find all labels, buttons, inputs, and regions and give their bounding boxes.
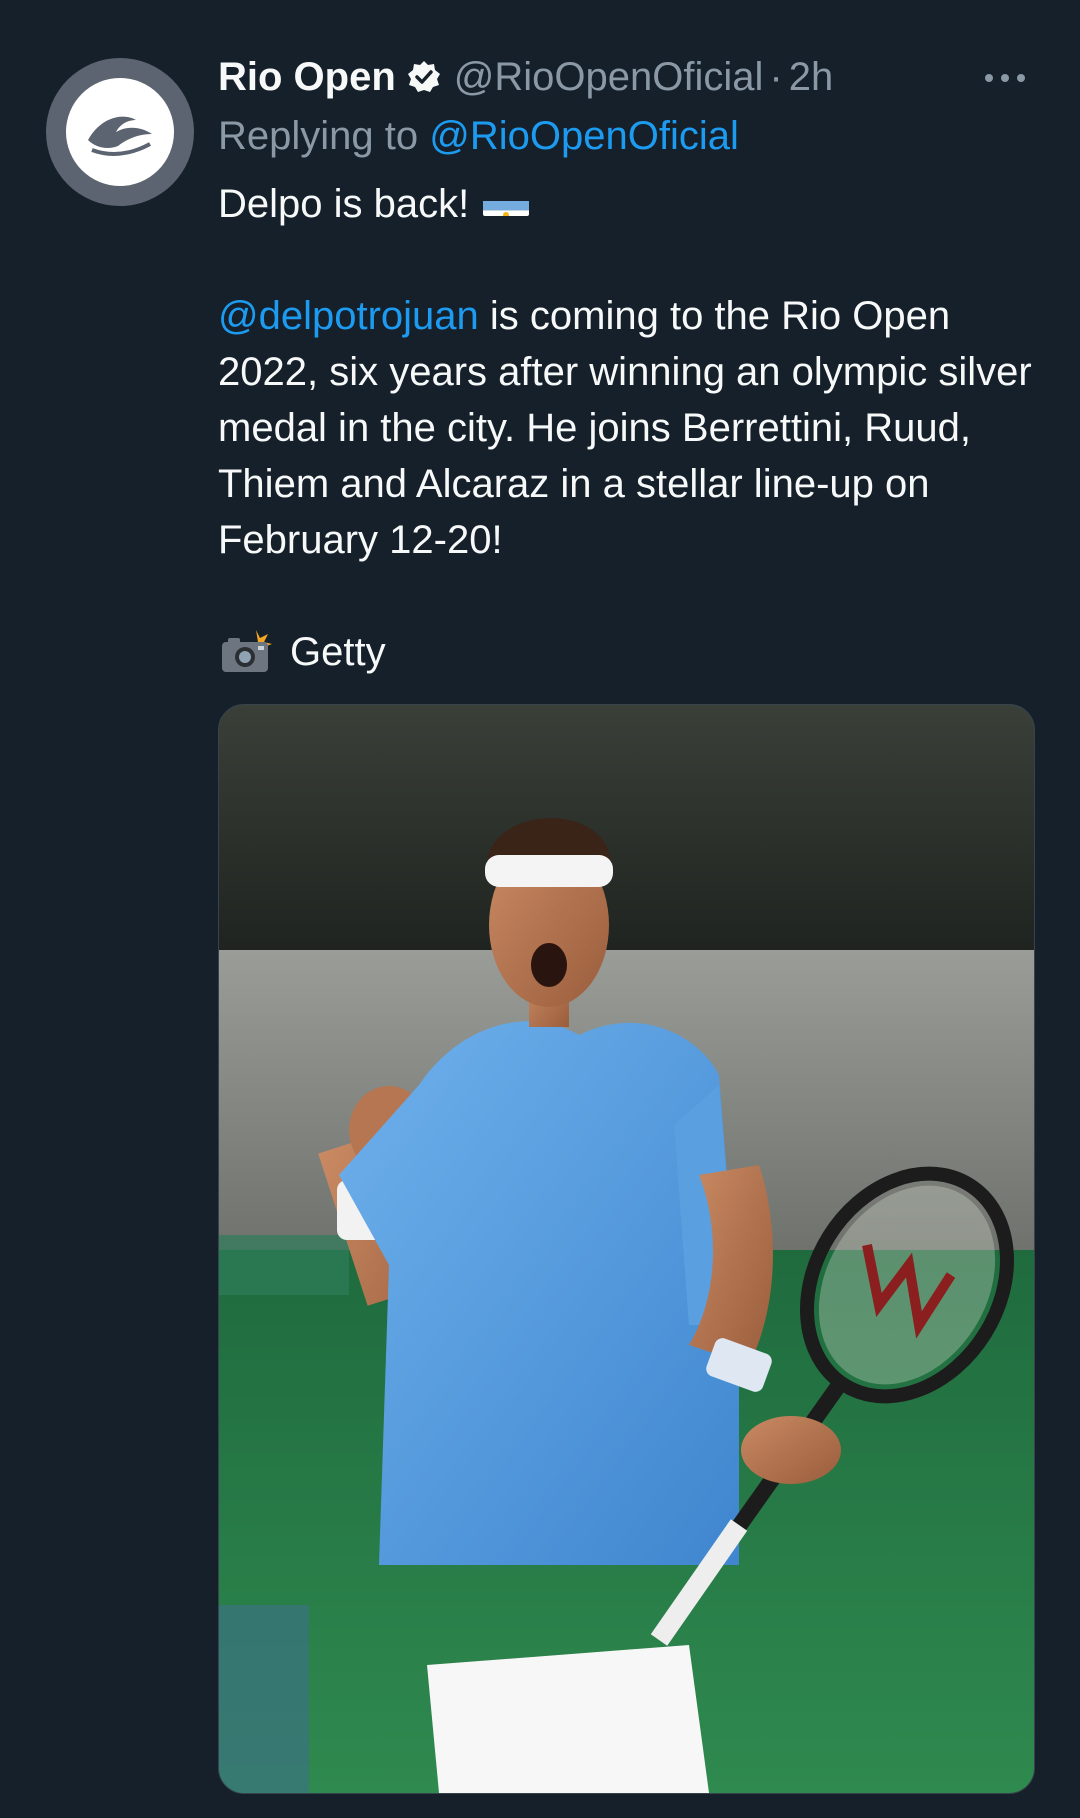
tweet-paragraph: @delpotrojuan is coming to the Rio Open … bbox=[218, 288, 1048, 568]
mention-link[interactable]: @delpotrojuan bbox=[218, 294, 479, 338]
argentina-flag-icon bbox=[483, 188, 530, 217]
camera-flash-icon bbox=[218, 628, 274, 676]
rio-open-logo-icon bbox=[66, 78, 174, 186]
avatar[interactable] bbox=[46, 58, 194, 206]
replying-to: Replying to @RioOpenOficial bbox=[218, 108, 739, 164]
separator-dot: · bbox=[769, 54, 783, 99]
tweet-photo[interactable] bbox=[218, 704, 1035, 1794]
replying-prefix: Replying to bbox=[218, 113, 419, 158]
author-name[interactable]: Rio Open bbox=[218, 55, 396, 100]
verified-badge-icon bbox=[406, 59, 442, 95]
photo-credit: Getty bbox=[290, 630, 386, 674]
photo-credit-line: Getty bbox=[218, 624, 1048, 680]
tweet-text: Delpo is back! @delpotrojuan is coming t… bbox=[218, 176, 1048, 680]
tweet[interactable]: Rio Open @RioOpenOficial · 2h Replying t… bbox=[0, 0, 1080, 1818]
timestamp[interactable]: 2h bbox=[789, 55, 834, 100]
more-options-icon[interactable] bbox=[980, 58, 1030, 98]
replying-to-link[interactable]: @RioOpenOficial bbox=[429, 114, 739, 159]
tweet-line-1: Delpo is back! bbox=[218, 176, 1048, 232]
tweet-headline: Delpo is back! bbox=[218, 182, 470, 226]
tweet-header: Rio Open @RioOpenOficial · 2h bbox=[218, 48, 833, 106]
author-handle[interactable]: @RioOpenOficial bbox=[454, 55, 764, 100]
